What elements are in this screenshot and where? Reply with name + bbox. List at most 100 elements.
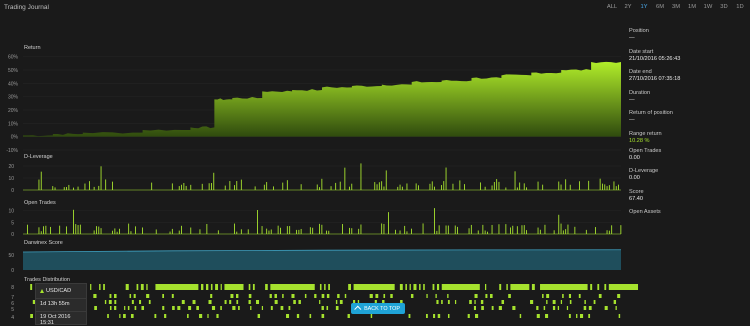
distribution-mark — [579, 314, 584, 318]
dleverage-bar — [211, 183, 212, 190]
open-trades-bar — [93, 230, 95, 234]
open-trades-bar — [286, 226, 288, 234]
trade-tooltip: USD/CAD 1d 13h 55m 19 Oct 2016 15:31 — [35, 283, 87, 326]
distribution-mark — [321, 314, 325, 318]
open-trades-bar — [560, 223, 562, 234]
open-trades-bar — [27, 224, 28, 234]
dleverage-bar — [273, 186, 274, 190]
dleverage-bar — [171, 183, 173, 190]
distribution-mark — [519, 314, 522, 318]
dleverage-bar — [183, 182, 185, 190]
distribution-mark — [578, 294, 581, 298]
duration-label: Duration — [629, 89, 651, 96]
dleverage-bar — [406, 183, 408, 190]
distribution-mark — [370, 314, 373, 318]
open-trades-bar — [498, 224, 500, 234]
open-trades-bar — [558, 214, 560, 234]
dleverage-bar — [286, 180, 288, 190]
dleverage-bar — [378, 182, 380, 190]
back-to-top-button[interactable]: BACK TO TOP — [351, 303, 405, 314]
distribution-mark — [583, 306, 587, 310]
distribution-mark — [319, 300, 321, 304]
distribution-mark — [454, 300, 457, 304]
open-trades-bar — [270, 229, 272, 234]
open-trades-bar — [404, 225, 406, 234]
dleverage-bar — [98, 185, 100, 190]
dleverage-bar — [429, 183, 431, 190]
distribution-mark — [274, 300, 278, 304]
dleverage-bar — [579, 181, 580, 190]
distribution-mark — [282, 294, 284, 298]
distribution-mark — [146, 284, 148, 290]
distribution-mark — [469, 300, 472, 304]
distribution-mark — [224, 300, 227, 304]
distribution-mark — [568, 294, 572, 298]
distribution-mark — [473, 306, 477, 310]
open-trades-bar — [537, 227, 539, 234]
distribution-mark — [531, 284, 535, 290]
dleverage-bar — [493, 181, 495, 190]
distribution-mark — [481, 306, 484, 310]
distribution-mark — [274, 294, 277, 298]
open-trades-bar — [171, 228, 173, 234]
distribution-mark — [441, 300, 443, 304]
distribution-mark — [215, 284, 219, 290]
dleverage-bar — [496, 179, 498, 190]
distribution-mark — [196, 306, 199, 310]
open-trades-bar — [300, 228, 302, 234]
dleverage-bar — [498, 181, 500, 190]
dleverage-bar — [229, 181, 231, 190]
distribution-mark — [508, 294, 511, 298]
dleverage-bar — [181, 184, 182, 190]
dleverage-bar — [383, 186, 385, 190]
open-trades-bar — [319, 223, 320, 234]
open-trades-bar — [438, 225, 440, 234]
open-assets-label: Open Assets — [629, 209, 661, 215]
score-tick: 50 — [8, 253, 14, 259]
open-trades-bar — [454, 225, 456, 234]
distribution-mark — [576, 314, 578, 318]
dleverage-bar — [213, 172, 215, 190]
open-trades-bar — [309, 227, 311, 234]
distribution-mark — [485, 294, 488, 298]
distribution-mark — [192, 300, 196, 304]
open-trades-bar — [119, 228, 120, 234]
distribution-mark — [425, 314, 428, 318]
open-trades-bar — [98, 226, 100, 234]
distribution-mark — [542, 294, 544, 298]
dleverage-bar — [381, 181, 383, 190]
open-trades-bar — [434, 208, 435, 234]
distribution-mark — [335, 300, 338, 304]
dleverage-bar — [519, 182, 521, 190]
distribution-mark — [99, 284, 101, 290]
distribution-mark — [557, 306, 560, 310]
distribution-mark — [181, 300, 185, 304]
dleverage-bar — [40, 171, 42, 190]
open-trades-bar — [296, 229, 297, 234]
open-trades-bar — [381, 223, 383, 234]
distribution-mark — [501, 300, 505, 304]
dleverage-label: D-Leverage — [629, 168, 659, 174]
distribution-mark — [319, 284, 322, 290]
open-trades-value: 0.00 — [629, 154, 640, 161]
dleverage-bar — [300, 184, 302, 190]
distribution-mark — [475, 314, 479, 318]
open-trades-bar — [280, 227, 281, 234]
distribution-mark — [499, 284, 502, 290]
open-trades-bar — [40, 231, 42, 234]
open-trades-bar — [100, 228, 102, 234]
score-value: 67.40 — [629, 195, 643, 202]
distribution-mark — [107, 314, 109, 318]
distribution-mark — [437, 314, 441, 318]
distribution-mark — [252, 284, 255, 290]
distribution-mark — [383, 294, 386, 298]
distribution-mark — [546, 294, 550, 298]
return-tick: 40% — [8, 81, 19, 87]
open-trades-bar — [567, 224, 569, 234]
dleverage-bar — [151, 182, 153, 190]
dleverage-bar — [190, 184, 192, 190]
distribution-mark — [390, 294, 393, 298]
distribution-mark — [30, 314, 33, 318]
distribution-mark — [94, 306, 97, 310]
distribution-mark — [188, 306, 192, 310]
